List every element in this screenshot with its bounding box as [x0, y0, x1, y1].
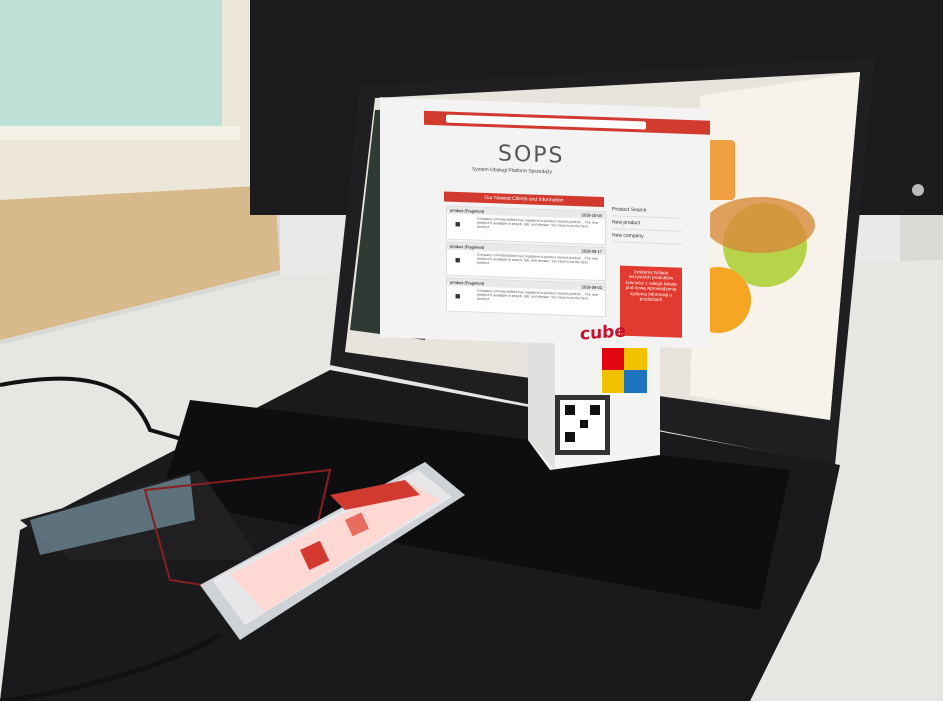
side-menu: Product Search New product New company [612, 203, 682, 245]
car-icon: ■ [455, 290, 461, 302]
card-label: product (Fragment) [450, 243, 485, 250]
cube-brand-label: cube [580, 321, 626, 345]
card-date: 2018-09-17 [581, 248, 602, 254]
card-text: Company commercialized has registered a … [477, 252, 599, 266]
card-date: 2018-10-04 [581, 212, 602, 218]
car-icon: ■ [455, 218, 461, 230]
card-text: Company commercialized has registered a … [477, 216, 599, 230]
card-date: 2018-09-03 [581, 284, 602, 290]
card-text: Company commercialized has registered a … [477, 288, 599, 302]
news-card[interactable]: product (Fragment) 2018-10-04 ■ Company … [446, 205, 606, 246]
news-card[interactable]: product (Fragment) 2018-09-17 ■ Company … [446, 241, 606, 282]
news-card[interactable]: product (Fragment) 2018-09-03 ■ Company … [446, 277, 606, 318]
card-label: product (Fragment) [450, 207, 485, 214]
promo-banner: Zeskanuj tysiące wszystkich produktów ży… [620, 265, 682, 338]
sops-app-window: SOPS System Obsługi Platform Sprzedaży O… [380, 97, 710, 349]
app-title: SOPS [498, 141, 565, 169]
panel-title: Our Newest Clients and Information [444, 191, 604, 208]
car-icon: ■ [455, 254, 461, 266]
side-menu-item-new-company[interactable]: New company [612, 229, 682, 245]
card-label: product (Fragment) [450, 279, 485, 286]
